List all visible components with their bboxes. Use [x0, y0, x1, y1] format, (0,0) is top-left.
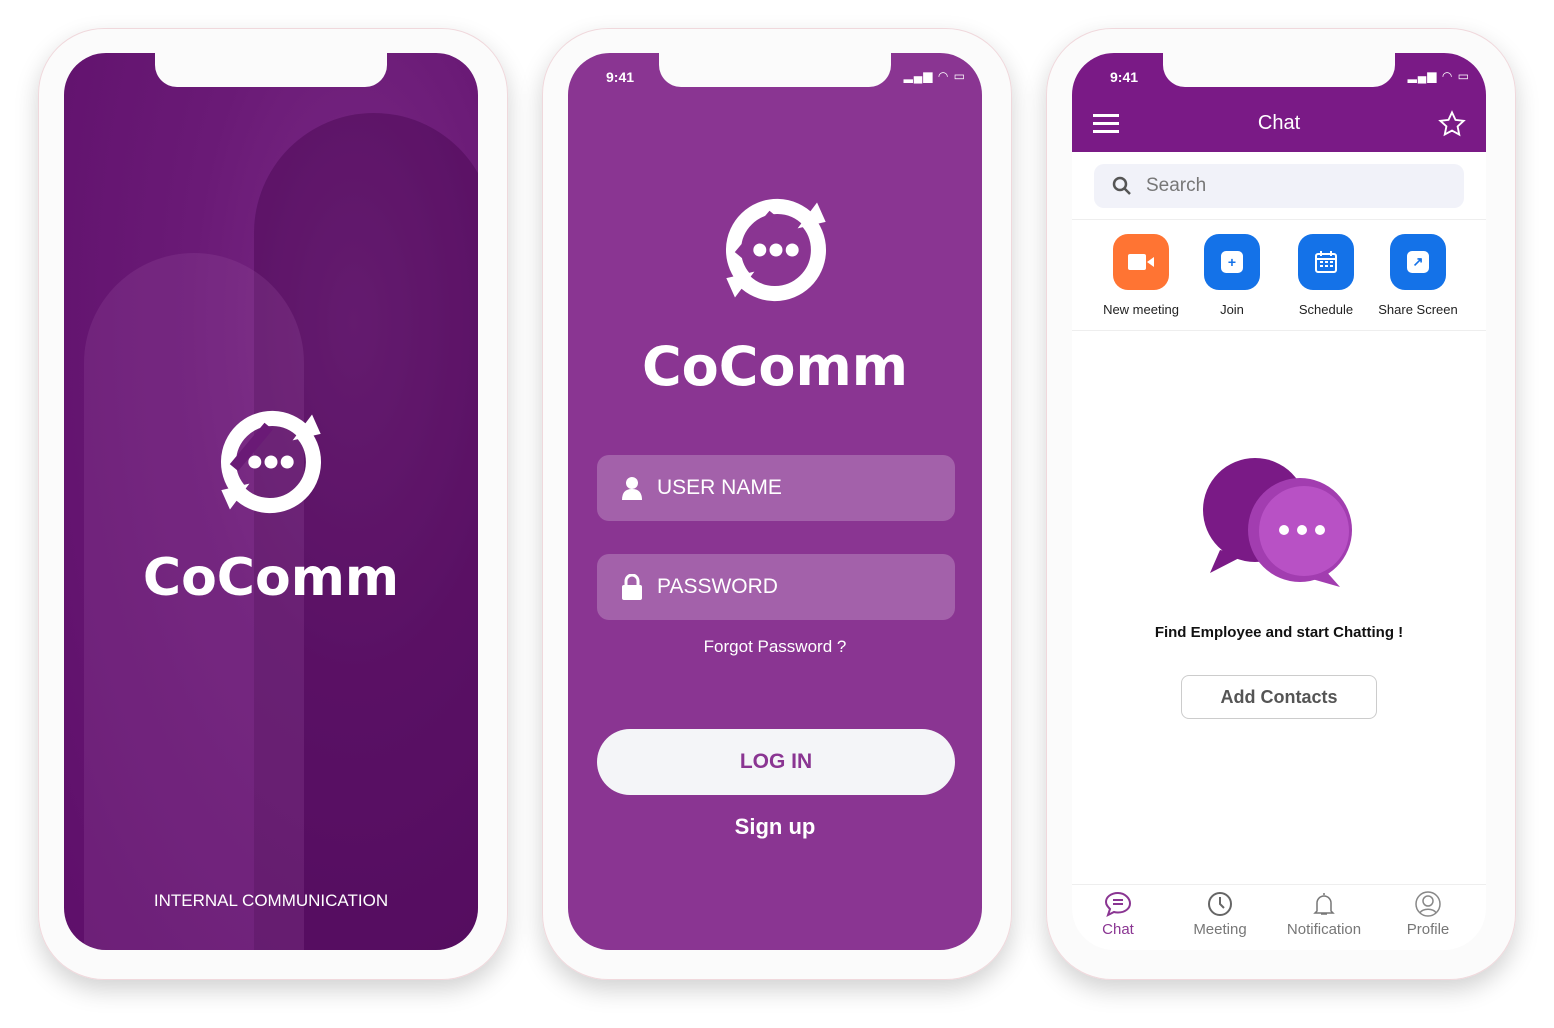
star-icon[interactable] — [1438, 110, 1466, 138]
login-button[interactable]: LOG IN — [597, 729, 955, 795]
status-time: 9:41 — [606, 69, 635, 85]
password-input[interactable]: PASSWORD — [597, 554, 955, 620]
plus-icon: + — [1221, 251, 1243, 273]
brand-name: CoComm — [142, 548, 400, 608]
phone-login: 9:41 ▂▄▆ ◠ ▭ CoComm USER NAME PASSWORD F… — [542, 28, 1012, 980]
profile-icon — [1415, 891, 1441, 917]
cocomm-logo-icon — [722, 196, 830, 304]
phone-chat: 9:41 ▂▄▆ ◠ ▭ Chat Search New meeting + Jo… — [1046, 28, 1516, 980]
nav-label: Chat — [1102, 921, 1134, 938]
nav-notification[interactable]: Notification — [1274, 891, 1374, 938]
add-contacts-button[interactable]: Add Contacts — [1181, 675, 1377, 719]
notch — [155, 53, 387, 87]
nav-label: Profile — [1406, 921, 1450, 938]
cocomm-logo-icon — [217, 408, 325, 516]
lock-icon — [622, 574, 642, 600]
login-screen: 9:41 ▂▄▆ ◠ ▭ CoComm USER NAME PASSWORD F… — [568, 53, 982, 950]
schedule-button[interactable]: Schedule — [1276, 234, 1376, 317]
chat-header: 9:41 ▂▄▆ ◠ ▭ Chat — [1072, 53, 1486, 152]
notch — [1163, 53, 1395, 87]
brand-name: CoComm — [642, 335, 908, 398]
empty-state-text: Find Employee and start Chatting ! — [1154, 624, 1404, 641]
nav-profile[interactable]: Profile — [1378, 891, 1478, 938]
quick-actions: New meeting + Join Schedule ↗ Share Screen — [1072, 219, 1486, 331]
username-input[interactable]: USER NAME — [597, 455, 955, 521]
search-placeholder: Search — [1146, 175, 1207, 196]
nav-label: Meeting — [1193, 921, 1247, 938]
search-icon — [1112, 176, 1131, 195]
action-label: Share Screen — [1378, 302, 1458, 317]
user-icon — [622, 477, 642, 500]
calendar-icon — [1315, 251, 1337, 273]
action-label: New meeting — [1103, 302, 1179, 317]
join-button[interactable]: + Join — [1182, 234, 1282, 317]
splash-screen: CoComm INTERNAL COMMUNICATION — [64, 53, 478, 950]
share-arrow-icon: ↗ — [1407, 251, 1429, 273]
username-placeholder: USER NAME — [657, 476, 782, 499]
nav-meeting[interactable]: Meeting — [1170, 891, 1270, 938]
status-icons: ▂▄▆ ◠ ▭ — [1407, 69, 1470, 83]
notch — [659, 53, 891, 87]
header-title: Chat — [1257, 112, 1301, 134]
tagline: INTERNAL COMMUNICATION — [153, 891, 389, 910]
share-screen-button[interactable]: ↗ Share Screen — [1368, 234, 1468, 317]
chat-icon — [1104, 891, 1132, 917]
password-placeholder: PASSWORD — [657, 575, 778, 598]
action-label: Join — [1220, 302, 1244, 317]
bottom-nav: Chat Meeting Notification Profile — [1072, 884, 1486, 950]
phone-splash: CoComm INTERNAL COMMUNICATION — [38, 28, 508, 980]
forgot-password-link[interactable]: Forgot Password ? — [568, 637, 982, 657]
nav-chat[interactable]: Chat — [1072, 891, 1168, 938]
chat-screen: 9:41 ▂▄▆ ◠ ▭ Chat Search New meeting + Jo… — [1072, 53, 1486, 950]
bell-icon — [1313, 893, 1335, 915]
new-meeting-button[interactable]: New meeting — [1091, 234, 1191, 317]
video-icon — [1128, 254, 1154, 270]
clock-icon — [1208, 892, 1232, 916]
nav-label: Notification — [1286, 921, 1362, 938]
status-time: 9:41 — [1110, 69, 1139, 85]
status-icons: ▂▄▆ ◠ ▭ — [903, 69, 966, 83]
search-input[interactable]: Search — [1094, 164, 1464, 208]
chat-bubbles-illustration — [1203, 458, 1352, 587]
signup-link[interactable]: Sign up — [568, 814, 982, 840]
action-label: Schedule — [1298, 302, 1354, 317]
